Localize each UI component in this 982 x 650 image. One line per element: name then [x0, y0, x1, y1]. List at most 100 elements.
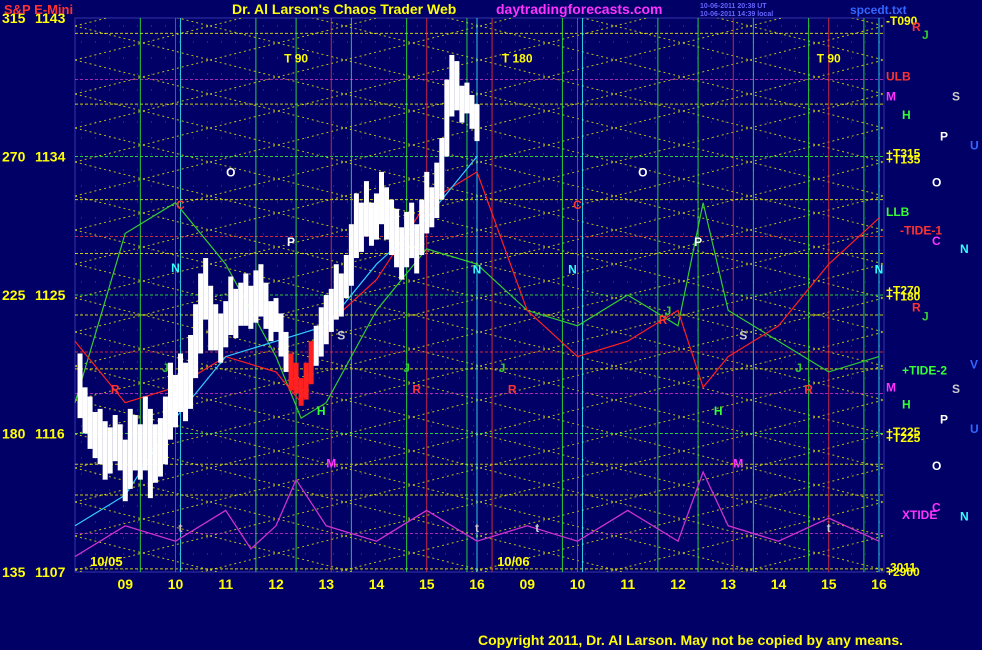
- timestamp-local: 10-06-2011 14:39 local: [700, 11, 773, 18]
- price-bar: [404, 211, 410, 268]
- price-bar: [198, 273, 204, 354]
- planet-marker: P: [694, 235, 702, 249]
- x-tick-hour: 15: [419, 576, 435, 592]
- planet-marker: R: [111, 382, 120, 396]
- price-bar: [278, 313, 284, 357]
- chaos-trader-chart: OCPNSJRHMtNJRJRt tOCNPJRSHMJRtNT 90 T 180 T…: [0, 0, 982, 650]
- price-bar: [157, 418, 163, 477]
- right-axis-label: R: [912, 300, 921, 314]
- price-bar: [328, 288, 334, 332]
- price-bar: [97, 408, 103, 465]
- planet-marker: N: [171, 261, 180, 275]
- price-bar: [414, 224, 420, 274]
- y-tick-angle: 135: [2, 564, 26, 580]
- planet-marker: t: [179, 521, 183, 535]
- planet-marker: t: [475, 521, 479, 535]
- price-bar: [368, 202, 374, 246]
- x-tick-hour: 09: [117, 576, 133, 592]
- y-tick-price: 1125: [35, 287, 66, 303]
- price-bar: [122, 439, 128, 502]
- price-bar: [238, 282, 244, 326]
- planet-marker: N: [568, 262, 577, 276]
- price-bar: [444, 79, 450, 157]
- right-axis-label: +T135: [886, 153, 921, 167]
- price-bar: [424, 171, 430, 234]
- price-bar: [233, 288, 239, 339]
- price-bar: [263, 282, 269, 329]
- y-tick-angle: 225: [2, 287, 26, 303]
- x-tick-hour: 16: [469, 576, 485, 592]
- x-tick-hour: 13: [720, 576, 736, 592]
- instrument-label: S&P E-Mini: [4, 2, 73, 17]
- price-bar: [117, 424, 123, 471]
- price-bar: [419, 199, 425, 255]
- right-axis-label: M: [886, 380, 896, 394]
- planet-marker: N: [875, 262, 884, 276]
- y-tick-angle: 270: [2, 149, 26, 165]
- planet-marker: R: [412, 382, 421, 396]
- planet-marker: R: [804, 382, 813, 396]
- planet-marker: M: [326, 456, 336, 470]
- price-bar: [358, 202, 364, 252]
- price-bar: [218, 313, 224, 363]
- chart-title: Dr. Al Larson's Chaos Trader Web: [232, 1, 456, 17]
- price-bar: [449, 54, 455, 117]
- site-label[interactable]: daytradingforecasts.com: [496, 1, 663, 17]
- price-bar: [107, 427, 113, 474]
- price-bar: [379, 171, 385, 225]
- date-label: 10/05: [90, 554, 123, 569]
- price-bar: [87, 396, 93, 449]
- x-tick-hour: 14: [771, 576, 787, 592]
- price-bar: [293, 362, 299, 394]
- planet-marker: S: [739, 329, 747, 343]
- right-axis-label: H: [902, 108, 911, 122]
- planet-marker: M: [733, 456, 743, 470]
- price-bar: [338, 273, 344, 317]
- price-bar: [268, 301, 274, 342]
- planet-marker: O: [226, 166, 235, 180]
- right-axis-label: V: [970, 357, 978, 371]
- y-tick-angle: 180: [2, 426, 26, 442]
- planet-marker: R: [508, 382, 517, 396]
- price-bar: [469, 94, 475, 129]
- price-bar: [343, 254, 349, 299]
- chart-background: [0, 0, 982, 650]
- price-bar: [258, 264, 264, 317]
- time-turn-label: T 90: [284, 52, 308, 66]
- planet-marker: t: [535, 521, 539, 535]
- price-bar: [363, 181, 369, 237]
- planet-marker: N: [473, 262, 482, 276]
- price-bar: [178, 353, 184, 412]
- price-bar: [142, 396, 148, 471]
- x-tick-hour: 11: [620, 576, 635, 592]
- x-tick-hour: 14: [369, 576, 385, 592]
- right-axis-label: P: [940, 129, 948, 143]
- price-bar: [308, 341, 314, 385]
- y-tick-price: 1134: [35, 149, 66, 165]
- price-bar: [82, 387, 88, 434]
- y-tick-price: 1116: [35, 426, 65, 442]
- price-bar: [228, 276, 234, 336]
- planet-marker: O: [638, 166, 647, 180]
- price-bar: [333, 264, 339, 320]
- right-axis-label: LLB: [886, 205, 910, 219]
- price-bar: [162, 396, 168, 465]
- price-bar: [92, 411, 98, 459]
- price-bar: [223, 301, 229, 348]
- price-bar: [213, 304, 219, 351]
- price-bar: [203, 258, 209, 320]
- timestamp-ut: 10-06-2011 20:38 UT: [700, 3, 767, 10]
- right-axis-label: ULB: [886, 69, 911, 83]
- price-bar: [283, 331, 289, 372]
- planet-marker: J: [403, 361, 410, 375]
- price-bar: [409, 202, 415, 259]
- price-bar: [399, 227, 405, 280]
- price-bar: [303, 362, 309, 400]
- right-axis-label: C: [932, 234, 941, 248]
- price-bar: [253, 270, 259, 323]
- right-axis-label: R: [912, 20, 921, 34]
- price-bar: [323, 295, 329, 345]
- price-bar: [429, 187, 435, 228]
- right-axis-label: S: [952, 382, 960, 396]
- x-tick-hour: 16: [871, 576, 887, 592]
